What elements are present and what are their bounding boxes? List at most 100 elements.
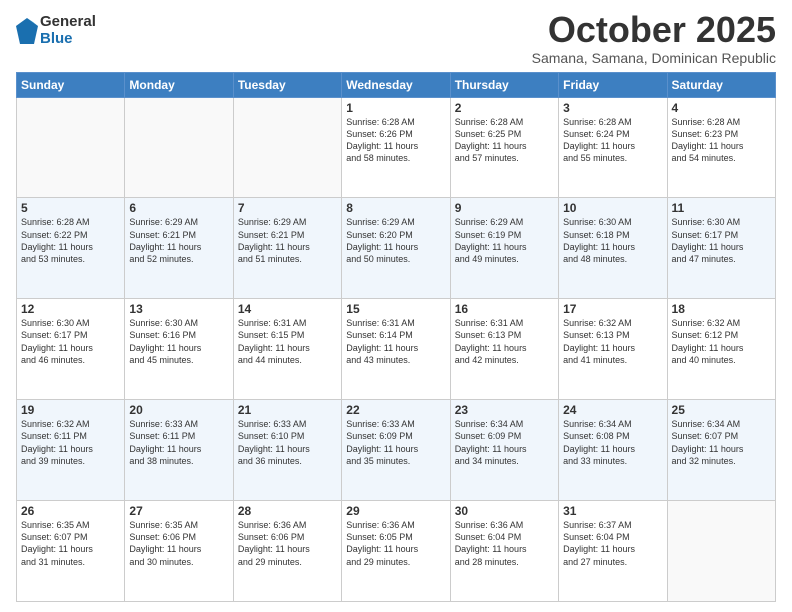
day-number: 12	[21, 302, 120, 316]
table-row: 17Sunrise: 6:32 AM Sunset: 6:13 PM Dayli…	[559, 299, 667, 400]
table-row: 28Sunrise: 6:36 AM Sunset: 6:06 PM Dayli…	[233, 501, 341, 602]
day-number: 15	[346, 302, 445, 316]
day-info: Sunrise: 6:34 AM Sunset: 6:07 PM Dayligh…	[672, 418, 771, 467]
day-info: Sunrise: 6:36 AM Sunset: 6:04 PM Dayligh…	[455, 519, 554, 568]
header-tuesday: Tuesday	[233, 72, 341, 97]
day-number: 23	[455, 403, 554, 417]
table-row	[17, 97, 125, 198]
day-number: 31	[563, 504, 662, 518]
day-number: 9	[455, 201, 554, 215]
table-row	[233, 97, 341, 198]
location-subtitle: Samana, Samana, Dominican Republic	[532, 50, 776, 66]
calendar-table: Sunday Monday Tuesday Wednesday Thursday…	[16, 72, 776, 602]
table-row: 22Sunrise: 6:33 AM Sunset: 6:09 PM Dayli…	[342, 400, 450, 501]
table-row: 25Sunrise: 6:34 AM Sunset: 6:07 PM Dayli…	[667, 400, 775, 501]
logo-general-text: General	[40, 14, 96, 31]
day-info: Sunrise: 6:30 AM Sunset: 6:17 PM Dayligh…	[672, 216, 771, 265]
day-number: 27	[129, 504, 228, 518]
day-info: Sunrise: 6:30 AM Sunset: 6:16 PM Dayligh…	[129, 317, 228, 366]
day-number: 26	[21, 504, 120, 518]
table-row: 12Sunrise: 6:30 AM Sunset: 6:17 PM Dayli…	[17, 299, 125, 400]
day-info: Sunrise: 6:32 AM Sunset: 6:12 PM Dayligh…	[672, 317, 771, 366]
header-sunday: Sunday	[17, 72, 125, 97]
day-info: Sunrise: 6:28 AM Sunset: 6:23 PM Dayligh…	[672, 116, 771, 165]
day-number: 13	[129, 302, 228, 316]
table-row: 16Sunrise: 6:31 AM Sunset: 6:13 PM Dayli…	[450, 299, 558, 400]
header: General Blue October 2025 Samana, Samana…	[16, 10, 776, 66]
table-row: 27Sunrise: 6:35 AM Sunset: 6:06 PM Dayli…	[125, 501, 233, 602]
table-row: 7Sunrise: 6:29 AM Sunset: 6:21 PM Daylig…	[233, 198, 341, 299]
day-number: 14	[238, 302, 337, 316]
day-info: Sunrise: 6:29 AM Sunset: 6:19 PM Dayligh…	[455, 216, 554, 265]
day-info: Sunrise: 6:32 AM Sunset: 6:13 PM Dayligh…	[563, 317, 662, 366]
table-row: 20Sunrise: 6:33 AM Sunset: 6:11 PM Dayli…	[125, 400, 233, 501]
day-info: Sunrise: 6:28 AM Sunset: 6:22 PM Dayligh…	[21, 216, 120, 265]
day-info: Sunrise: 6:34 AM Sunset: 6:08 PM Dayligh…	[563, 418, 662, 467]
day-number: 19	[21, 403, 120, 417]
table-row: 13Sunrise: 6:30 AM Sunset: 6:16 PM Dayli…	[125, 299, 233, 400]
header-saturday: Saturday	[667, 72, 775, 97]
day-number: 21	[238, 403, 337, 417]
day-number: 24	[563, 403, 662, 417]
day-info: Sunrise: 6:31 AM Sunset: 6:15 PM Dayligh…	[238, 317, 337, 366]
title-block: October 2025 Samana, Samana, Dominican R…	[532, 10, 776, 66]
header-thursday: Thursday	[450, 72, 558, 97]
day-number: 7	[238, 201, 337, 215]
day-info: Sunrise: 6:36 AM Sunset: 6:05 PM Dayligh…	[346, 519, 445, 568]
table-row: 24Sunrise: 6:34 AM Sunset: 6:08 PM Dayli…	[559, 400, 667, 501]
table-row: 11Sunrise: 6:30 AM Sunset: 6:17 PM Dayli…	[667, 198, 775, 299]
day-number: 22	[346, 403, 445, 417]
day-number: 18	[672, 302, 771, 316]
table-row	[667, 501, 775, 602]
month-title: October 2025	[532, 10, 776, 50]
table-row: 19Sunrise: 6:32 AM Sunset: 6:11 PM Dayli…	[17, 400, 125, 501]
day-info: Sunrise: 6:33 AM Sunset: 6:10 PM Dayligh…	[238, 418, 337, 467]
day-number: 25	[672, 403, 771, 417]
day-info: Sunrise: 6:35 AM Sunset: 6:07 PM Dayligh…	[21, 519, 120, 568]
day-number: 1	[346, 101, 445, 115]
table-row: 5Sunrise: 6:28 AM Sunset: 6:22 PM Daylig…	[17, 198, 125, 299]
day-info: Sunrise: 6:33 AM Sunset: 6:09 PM Dayligh…	[346, 418, 445, 467]
day-info: Sunrise: 6:29 AM Sunset: 6:21 PM Dayligh…	[129, 216, 228, 265]
logo-icon	[16, 16, 38, 46]
page: General Blue October 2025 Samana, Samana…	[0, 0, 792, 612]
calendar-week-row: 12Sunrise: 6:30 AM Sunset: 6:17 PM Dayli…	[17, 299, 776, 400]
table-row: 14Sunrise: 6:31 AM Sunset: 6:15 PM Dayli…	[233, 299, 341, 400]
day-info: Sunrise: 6:36 AM Sunset: 6:06 PM Dayligh…	[238, 519, 337, 568]
table-row: 29Sunrise: 6:36 AM Sunset: 6:05 PM Dayli…	[342, 501, 450, 602]
day-number: 11	[672, 201, 771, 215]
day-info: Sunrise: 6:30 AM Sunset: 6:17 PM Dayligh…	[21, 317, 120, 366]
day-number: 5	[21, 201, 120, 215]
day-info: Sunrise: 6:29 AM Sunset: 6:20 PM Dayligh…	[346, 216, 445, 265]
table-row: 10Sunrise: 6:30 AM Sunset: 6:18 PM Dayli…	[559, 198, 667, 299]
calendar-week-row: 5Sunrise: 6:28 AM Sunset: 6:22 PM Daylig…	[17, 198, 776, 299]
day-number: 2	[455, 101, 554, 115]
table-row: 2Sunrise: 6:28 AM Sunset: 6:25 PM Daylig…	[450, 97, 558, 198]
day-number: 20	[129, 403, 228, 417]
day-number: 4	[672, 101, 771, 115]
day-number: 28	[238, 504, 337, 518]
table-row: 4Sunrise: 6:28 AM Sunset: 6:23 PM Daylig…	[667, 97, 775, 198]
day-number: 3	[563, 101, 662, 115]
day-number: 6	[129, 201, 228, 215]
table-row: 3Sunrise: 6:28 AM Sunset: 6:24 PM Daylig…	[559, 97, 667, 198]
calendar-week-row: 26Sunrise: 6:35 AM Sunset: 6:07 PM Dayli…	[17, 501, 776, 602]
table-row: 8Sunrise: 6:29 AM Sunset: 6:20 PM Daylig…	[342, 198, 450, 299]
table-row: 1Sunrise: 6:28 AM Sunset: 6:26 PM Daylig…	[342, 97, 450, 198]
day-number: 29	[346, 504, 445, 518]
table-row: 15Sunrise: 6:31 AM Sunset: 6:14 PM Dayli…	[342, 299, 450, 400]
day-info: Sunrise: 6:31 AM Sunset: 6:13 PM Dayligh…	[455, 317, 554, 366]
weekday-header-row: Sunday Monday Tuesday Wednesday Thursday…	[17, 72, 776, 97]
day-info: Sunrise: 6:32 AM Sunset: 6:11 PM Dayligh…	[21, 418, 120, 467]
day-number: 16	[455, 302, 554, 316]
logo-blue-text: Blue	[40, 31, 96, 48]
logo: General Blue	[16, 14, 96, 47]
table-row: 18Sunrise: 6:32 AM Sunset: 6:12 PM Dayli…	[667, 299, 775, 400]
table-row	[125, 97, 233, 198]
day-info: Sunrise: 6:29 AM Sunset: 6:21 PM Dayligh…	[238, 216, 337, 265]
calendar-week-row: 1Sunrise: 6:28 AM Sunset: 6:26 PM Daylig…	[17, 97, 776, 198]
day-info: Sunrise: 6:28 AM Sunset: 6:26 PM Dayligh…	[346, 116, 445, 165]
logo-text: General Blue	[40, 14, 96, 47]
day-info: Sunrise: 6:34 AM Sunset: 6:09 PM Dayligh…	[455, 418, 554, 467]
day-number: 10	[563, 201, 662, 215]
